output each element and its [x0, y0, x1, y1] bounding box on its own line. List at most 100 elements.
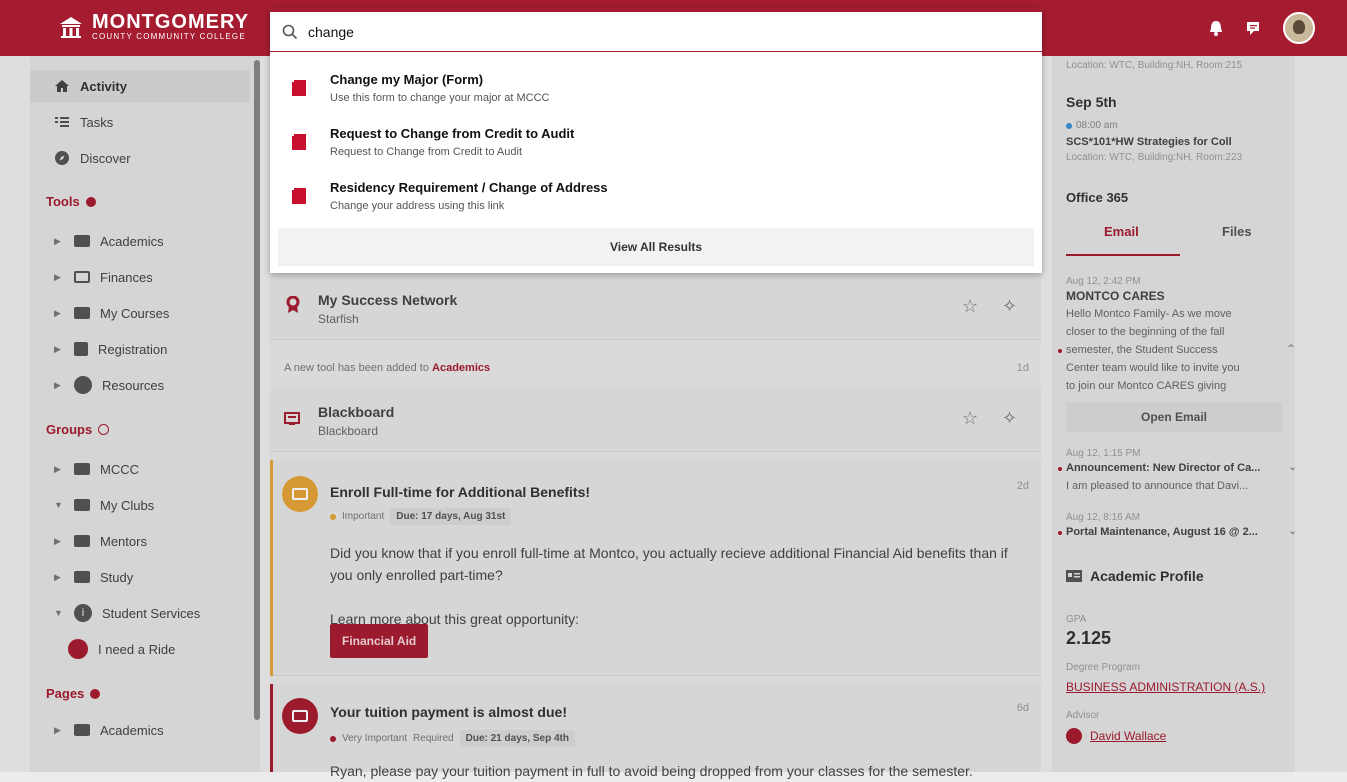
- chevron-down-icon: ▼: [54, 500, 63, 510]
- gear-icon[interactable]: [90, 688, 101, 699]
- college-logo[interactable]: MONTGOMERY COUNTY COMMUNITY COLLEGE: [58, 12, 249, 42]
- sidebar-item-activity[interactable]: Activity: [30, 70, 250, 102]
- academic-profile-heading: Academic Profile: [1090, 568, 1204, 584]
- sidebar-item-tasks[interactable]: Tasks: [30, 106, 250, 138]
- new-tool-notice: A new tool has been added to Academics 1…: [270, 352, 1041, 384]
- chevron-right-icon: ▶: [54, 271, 61, 282]
- email-subject[interactable]: Portal Maintenance, August 16 @ 2...: [1066, 526, 1258, 538]
- sidebar-item-discover[interactable]: Discover: [30, 142, 250, 174]
- notice-time: 1d: [1016, 362, 1029, 374]
- email-time: Aug 12, 8:16 AM: [1066, 512, 1140, 523]
- financial-aid-button[interactable]: Financial Aid: [330, 624, 429, 658]
- right-panel: Location: WTC, Building:NH, Room:215 Sep…: [1052, 56, 1297, 772]
- due-badge: Due: 17 days, Aug 31st: [390, 508, 512, 525]
- sidebar-scrollbar[interactable]: [254, 60, 260, 720]
- event-title: Enroll Full-time for Additional Benefits…: [330, 484, 591, 500]
- user-avatar[interactable]: [1283, 12, 1315, 44]
- result-title: Change my Major (Form): [330, 72, 484, 87]
- tab-email[interactable]: Email: [1104, 224, 1139, 239]
- gear-icon[interactable]: [85, 196, 96, 207]
- money-icon: [74, 271, 90, 283]
- sidebar-item-study[interactable]: ▶ Study: [30, 561, 250, 593]
- chevron-right-icon: ▶: [54, 463, 61, 474]
- compass-icon: [55, 151, 69, 165]
- books-icon: [74, 571, 90, 583]
- priority-label: Important: [342, 511, 385, 522]
- event-dot: [1066, 122, 1072, 129]
- groups-heading: Groups: [46, 422, 110, 437]
- chevron-down-icon[interactable]: ⌄: [1288, 524, 1297, 537]
- gpa-value: 2.125: [1066, 628, 1112, 648]
- money-icon: [282, 476, 318, 512]
- event-title: Your tuition payment is almost due!: [330, 704, 567, 720]
- event-card-tuition: Your tuition payment is almost due! 6d V…: [270, 684, 1041, 779]
- open-email-button[interactable]: Open Email: [1066, 402, 1282, 432]
- blackboard-icon: [284, 412, 300, 425]
- sidebar-item-my-courses[interactable]: ▶ My Courses: [30, 297, 250, 329]
- sidebar-item-registration[interactable]: ▶ Registration: [30, 333, 250, 365]
- college-building-icon: [60, 17, 82, 38]
- tool-card-success-network[interactable]: My Success Network Starfish ☆ ✧: [270, 276, 1041, 340]
- book-icon: [74, 235, 90, 247]
- event-location: Location: WTC, Building:NH, Room:215: [1066, 60, 1243, 71]
- tool-card-blackboard[interactable]: Blackboard Blackboard ☆ ✧: [270, 388, 1041, 452]
- ribbon-icon: [286, 296, 300, 313]
- pin-icon[interactable]: ✧: [1002, 296, 1017, 317]
- sidebar-item-resources[interactable]: ▶ Resources: [30, 369, 250, 401]
- unread-dot: [1058, 531, 1062, 535]
- search-result[interactable]: Request to Change from Credit to Audit R…: [270, 122, 1042, 174]
- add-group-icon[interactable]: [98, 424, 110, 435]
- unread-dot: [1058, 349, 1062, 353]
- notice-link[interactable]: Academics: [432, 362, 490, 374]
- info-icon: i: [74, 604, 92, 622]
- list-icon: [55, 117, 69, 127]
- chevron-right-icon: ▶: [54, 343, 61, 354]
- chevron-down-icon[interactable]: ⌄: [1288, 460, 1297, 473]
- form-icon: [74, 342, 88, 356]
- sidebar-item-finances[interactable]: ▶ Finances: [30, 261, 250, 293]
- sidebar-item-pages-academics[interactable]: ▶ Academics: [30, 714, 250, 746]
- sidebar-item-my-clubs[interactable]: ▼ My Clubs: [30, 489, 250, 521]
- chevron-right-icon: ▶: [54, 535, 61, 546]
- pin-icon[interactable]: ✧: [1002, 408, 1017, 429]
- course-name[interactable]: SCS*101*HW Strategies for Coll: [1066, 136, 1232, 148]
- chevron-right-icon: ▶: [54, 571, 61, 582]
- tab-files[interactable]: Files: [1222, 224, 1252, 239]
- car-icon: [68, 639, 88, 659]
- book-icon: [292, 80, 306, 96]
- search-result[interactable]: Change my Major (Form) Use this form to …: [270, 68, 1042, 120]
- chevron-right-icon: ▶: [54, 307, 61, 318]
- tool-title: My Success Network: [318, 292, 458, 308]
- sidebar-item-mccc[interactable]: ▶ MCCC: [30, 453, 250, 485]
- bell-icon[interactable]: [1207, 19, 1225, 37]
- id-card-icon: [1066, 570, 1082, 582]
- view-all-results-button[interactable]: View All Results: [278, 228, 1034, 266]
- search-dropdown: Change my Major (Form) Use this form to …: [270, 8, 1042, 273]
- search-input[interactable]: [306, 22, 1006, 41]
- grid-icon: [74, 499, 90, 511]
- advisor-avatar: [1066, 728, 1082, 744]
- tool-subtitle: Blackboard: [318, 424, 379, 438]
- email-time: Aug 12, 1:15 PM: [1066, 448, 1141, 459]
- degree-link[interactable]: BUSINESS ADMINISTRATION (A.S.): [1066, 680, 1265, 694]
- event-body-cta: Learn more about this great opportunity:: [330, 611, 580, 627]
- left-sidebar: Activity Tasks Discover Tools ▶ Academics…: [30, 56, 260, 772]
- email-sender[interactable]: MONTCO CARES: [1066, 289, 1165, 303]
- sidebar-item-i-need-a-ride[interactable]: I need a Ride: [30, 633, 250, 665]
- chevron-up-icon[interactable]: ⌃: [1286, 342, 1296, 356]
- search-result[interactable]: Residency Requirement / Change of Addres…: [270, 176, 1042, 228]
- chat-icon[interactable]: [1245, 19, 1263, 37]
- priority-dot: [330, 513, 336, 520]
- result-title: Residency Requirement / Change of Addres…: [330, 180, 608, 195]
- star-icon[interactable]: ☆: [962, 296, 978, 317]
- advisor-link[interactable]: David Wallace: [1090, 729, 1166, 743]
- star-icon[interactable]: ☆: [962, 408, 978, 429]
- schedule-date: Sep 5th: [1066, 94, 1117, 110]
- sidebar-item-academics[interactable]: ▶ Academics: [30, 225, 250, 257]
- sidebar-item-mentors[interactable]: ▶ Mentors: [30, 525, 250, 557]
- sidebar-item-student-services[interactable]: ▼ i Student Services: [30, 597, 250, 629]
- event-time: 2d: [1016, 480, 1029, 492]
- globe-icon: [74, 376, 92, 394]
- email-subject[interactable]: Announcement: New Director of Ca...: [1066, 462, 1260, 474]
- event-body: Did you know that if you enroll full-tim…: [330, 545, 1008, 583]
